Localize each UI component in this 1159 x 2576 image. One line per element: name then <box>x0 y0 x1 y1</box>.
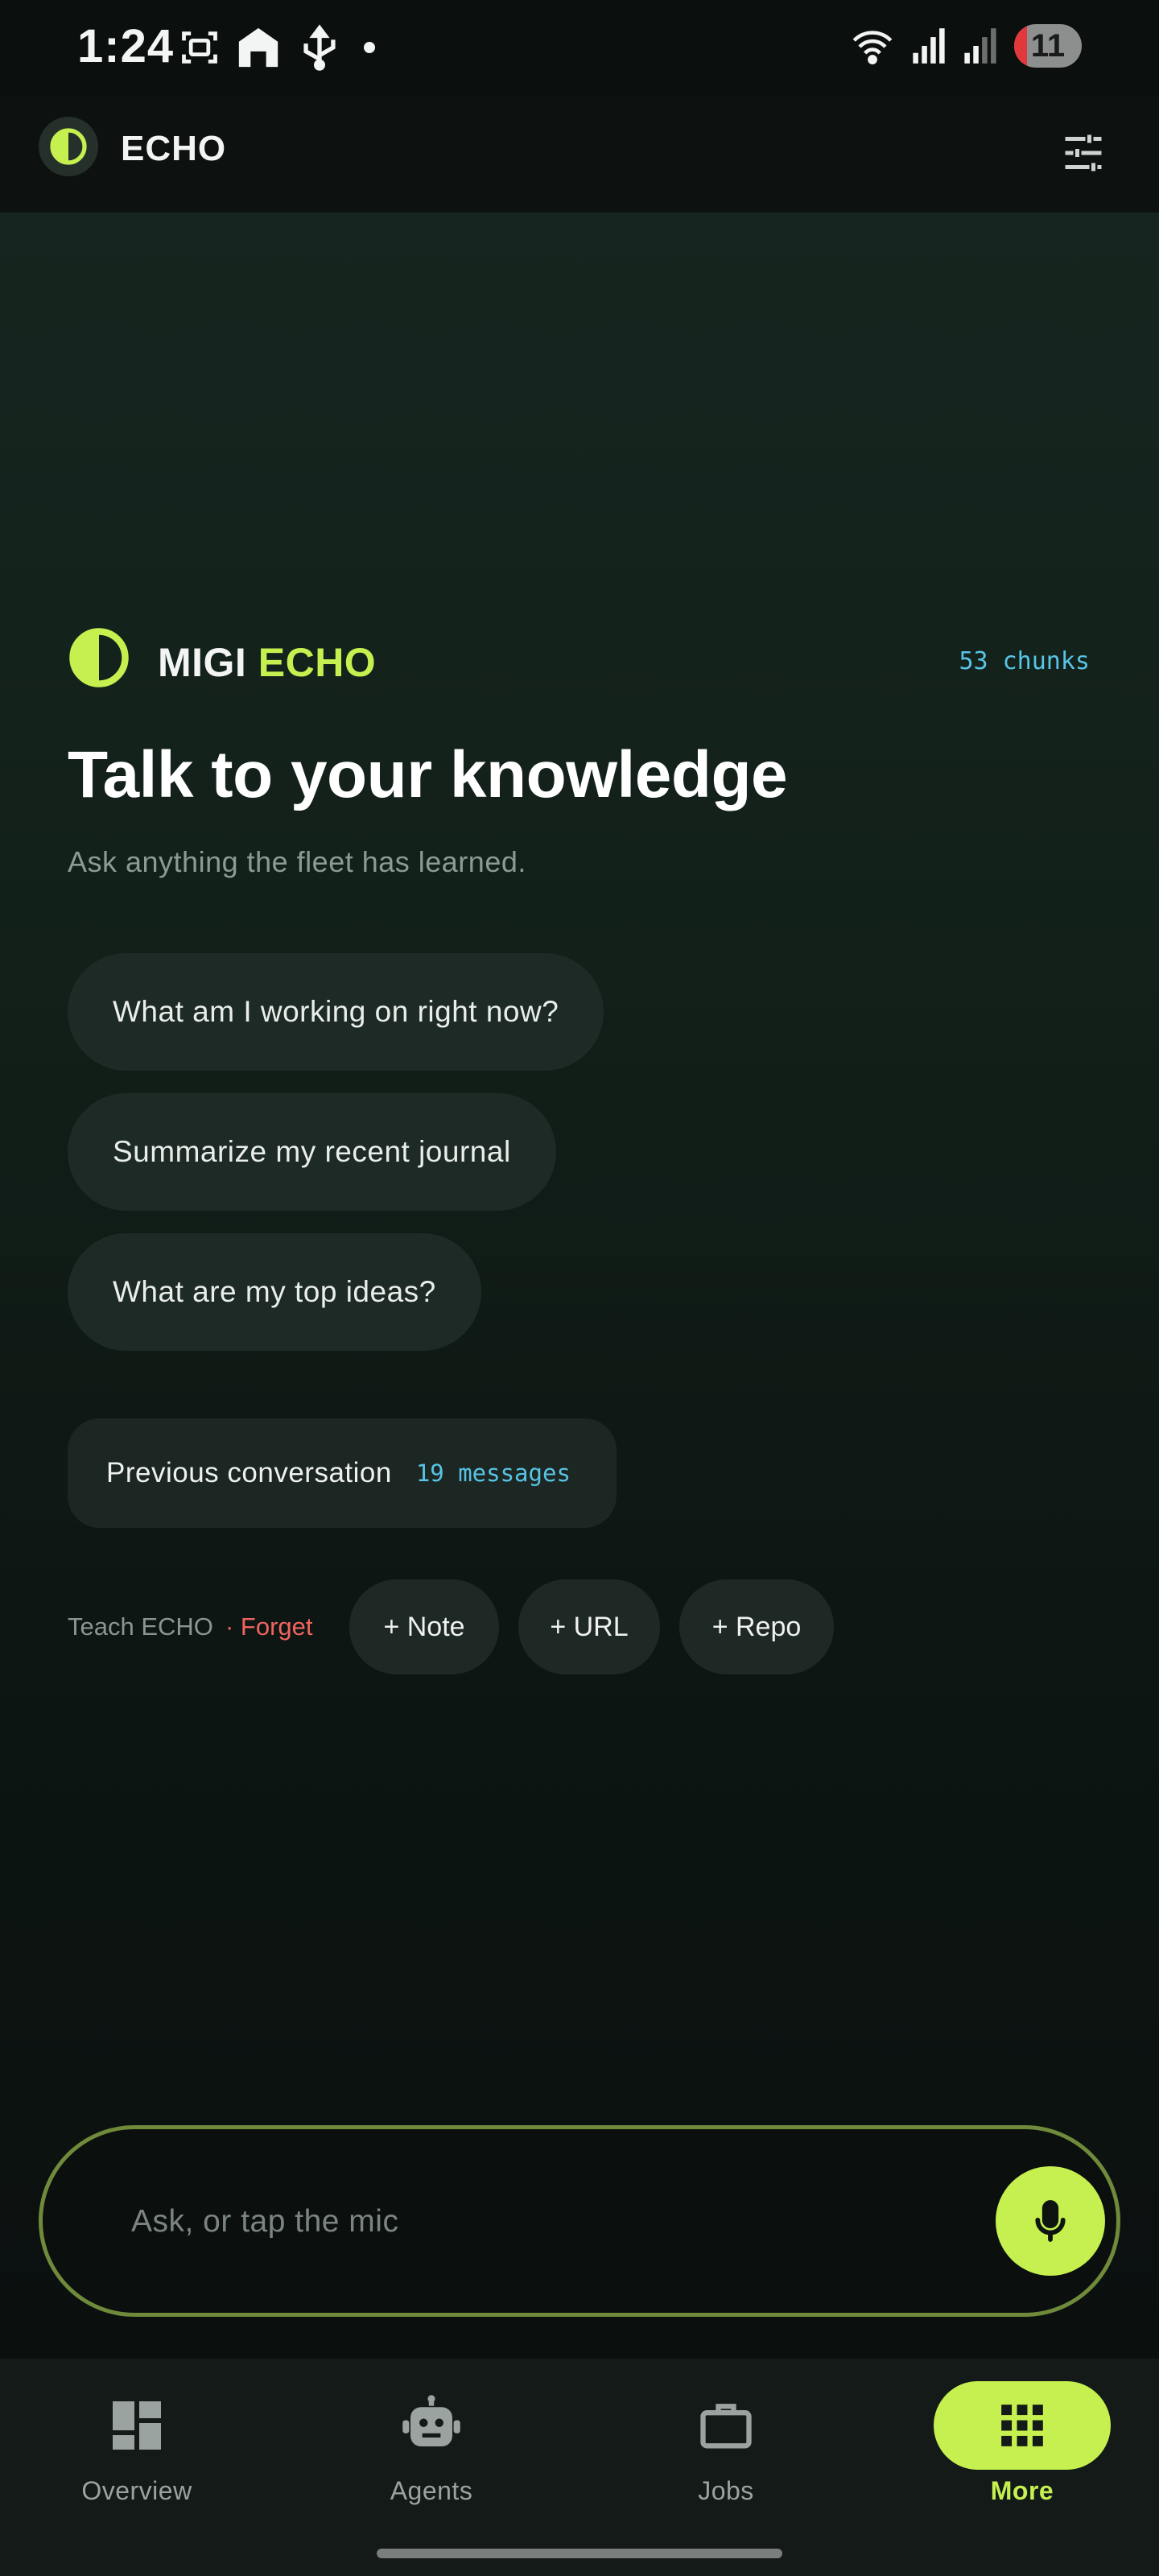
grid-icon <box>1001 2405 1043 2446</box>
status-bar: 1:24 11 <box>0 0 1159 97</box>
nav-item-overview[interactable]: Overview <box>32 2370 241 2531</box>
sliders-icon <box>1065 134 1102 171</box>
previous-conversation-label: Previous conversation <box>106 1457 392 1488</box>
home-indicator[interactable] <box>377 2549 782 2558</box>
teach-label: Teach ECHO <box>68 1612 213 1641</box>
add-repo-button[interactable]: + Repo <box>679 1579 834 1674</box>
suggestion-chip[interactable]: What are my top ideas? <box>68 1233 481 1351</box>
ask-input[interactable]: Ask, or tap the mic <box>39 2125 1120 2317</box>
battery-level: 11 <box>1030 27 1066 64</box>
nav-item-agents[interactable]: Agents <box>327 2370 536 2531</box>
brand-row: MIGI ECHO 53 chunks <box>68 626 1090 691</box>
settings-button[interactable] <box>1054 124 1112 182</box>
bottom-nav: Overview Agents Jobs More <box>0 2359 1159 2576</box>
app-bar: ECHO <box>0 97 1159 213</box>
suggestion-chip[interactable]: What am I working on right now? <box>68 953 604 1071</box>
forget-link[interactable]: · Forget <box>225 1612 313 1641</box>
ask-input-placeholder: Ask, or tap the mic <box>131 2204 399 2239</box>
mic-icon <box>1035 2200 1066 2242</box>
app-title: ECHO <box>121 129 227 168</box>
signal-icon <box>913 28 945 64</box>
half-circle-logo-icon <box>39 117 98 176</box>
status-time: 1:24 <box>77 20 175 72</box>
screenshot-icon <box>182 31 217 64</box>
add-note-button[interactable]: + Note <box>349 1579 499 1674</box>
nav-label-agents: Agents <box>390 2476 473 2505</box>
add-url-button[interactable]: + URL <box>518 1579 660 1674</box>
mic-button[interactable] <box>996 2166 1105 2276</box>
usb-icon <box>303 24 336 71</box>
teach-row: Teach ECHO · Forget + Note + URL + Repo <box>68 1579 1033 1676</box>
dot-icon <box>364 42 375 53</box>
battery-icon: 11 <box>1014 24 1082 68</box>
nav-label-jobs: Jobs <box>698 2476 754 2505</box>
brand-prefix: MIGI <box>158 640 247 685</box>
home-icon <box>238 27 278 68</box>
message-count: 19 messages <box>415 1459 571 1487</box>
page-subtitle: Ask anything the fleet has learned. <box>68 845 526 878</box>
status-right-icons: 11 <box>850 24 1082 68</box>
signal-roaming-icon <box>964 28 996 64</box>
nav-label-overview: Overview <box>81 2476 192 2505</box>
page-title: Talk to your knowledge <box>68 738 788 811</box>
robot-icon <box>402 2395 460 2446</box>
echo-logo-icon <box>69 628 129 687</box>
brand-name: MIGI ECHO <box>158 639 376 686</box>
wifi-icon <box>852 31 893 64</box>
status-left-icons <box>179 24 375 71</box>
nav-item-jobs[interactable]: Jobs <box>621 2370 831 2531</box>
briefcase-icon <box>700 2404 752 2449</box>
nav-item-more[interactable]: More <box>918 2370 1127 2531</box>
nav-label-more: More <box>990 2476 1054 2505</box>
chunks-count: 53 chunks <box>959 647 1090 675</box>
suggestion-chip[interactable]: Summarize my recent journal <box>68 1093 556 1211</box>
previous-conversation-button[interactable]: Previous conversation 19 messages <box>68 1418 617 1528</box>
brand-accent: ECHO <box>258 640 377 685</box>
dashboard-icon <box>113 2401 161 2450</box>
